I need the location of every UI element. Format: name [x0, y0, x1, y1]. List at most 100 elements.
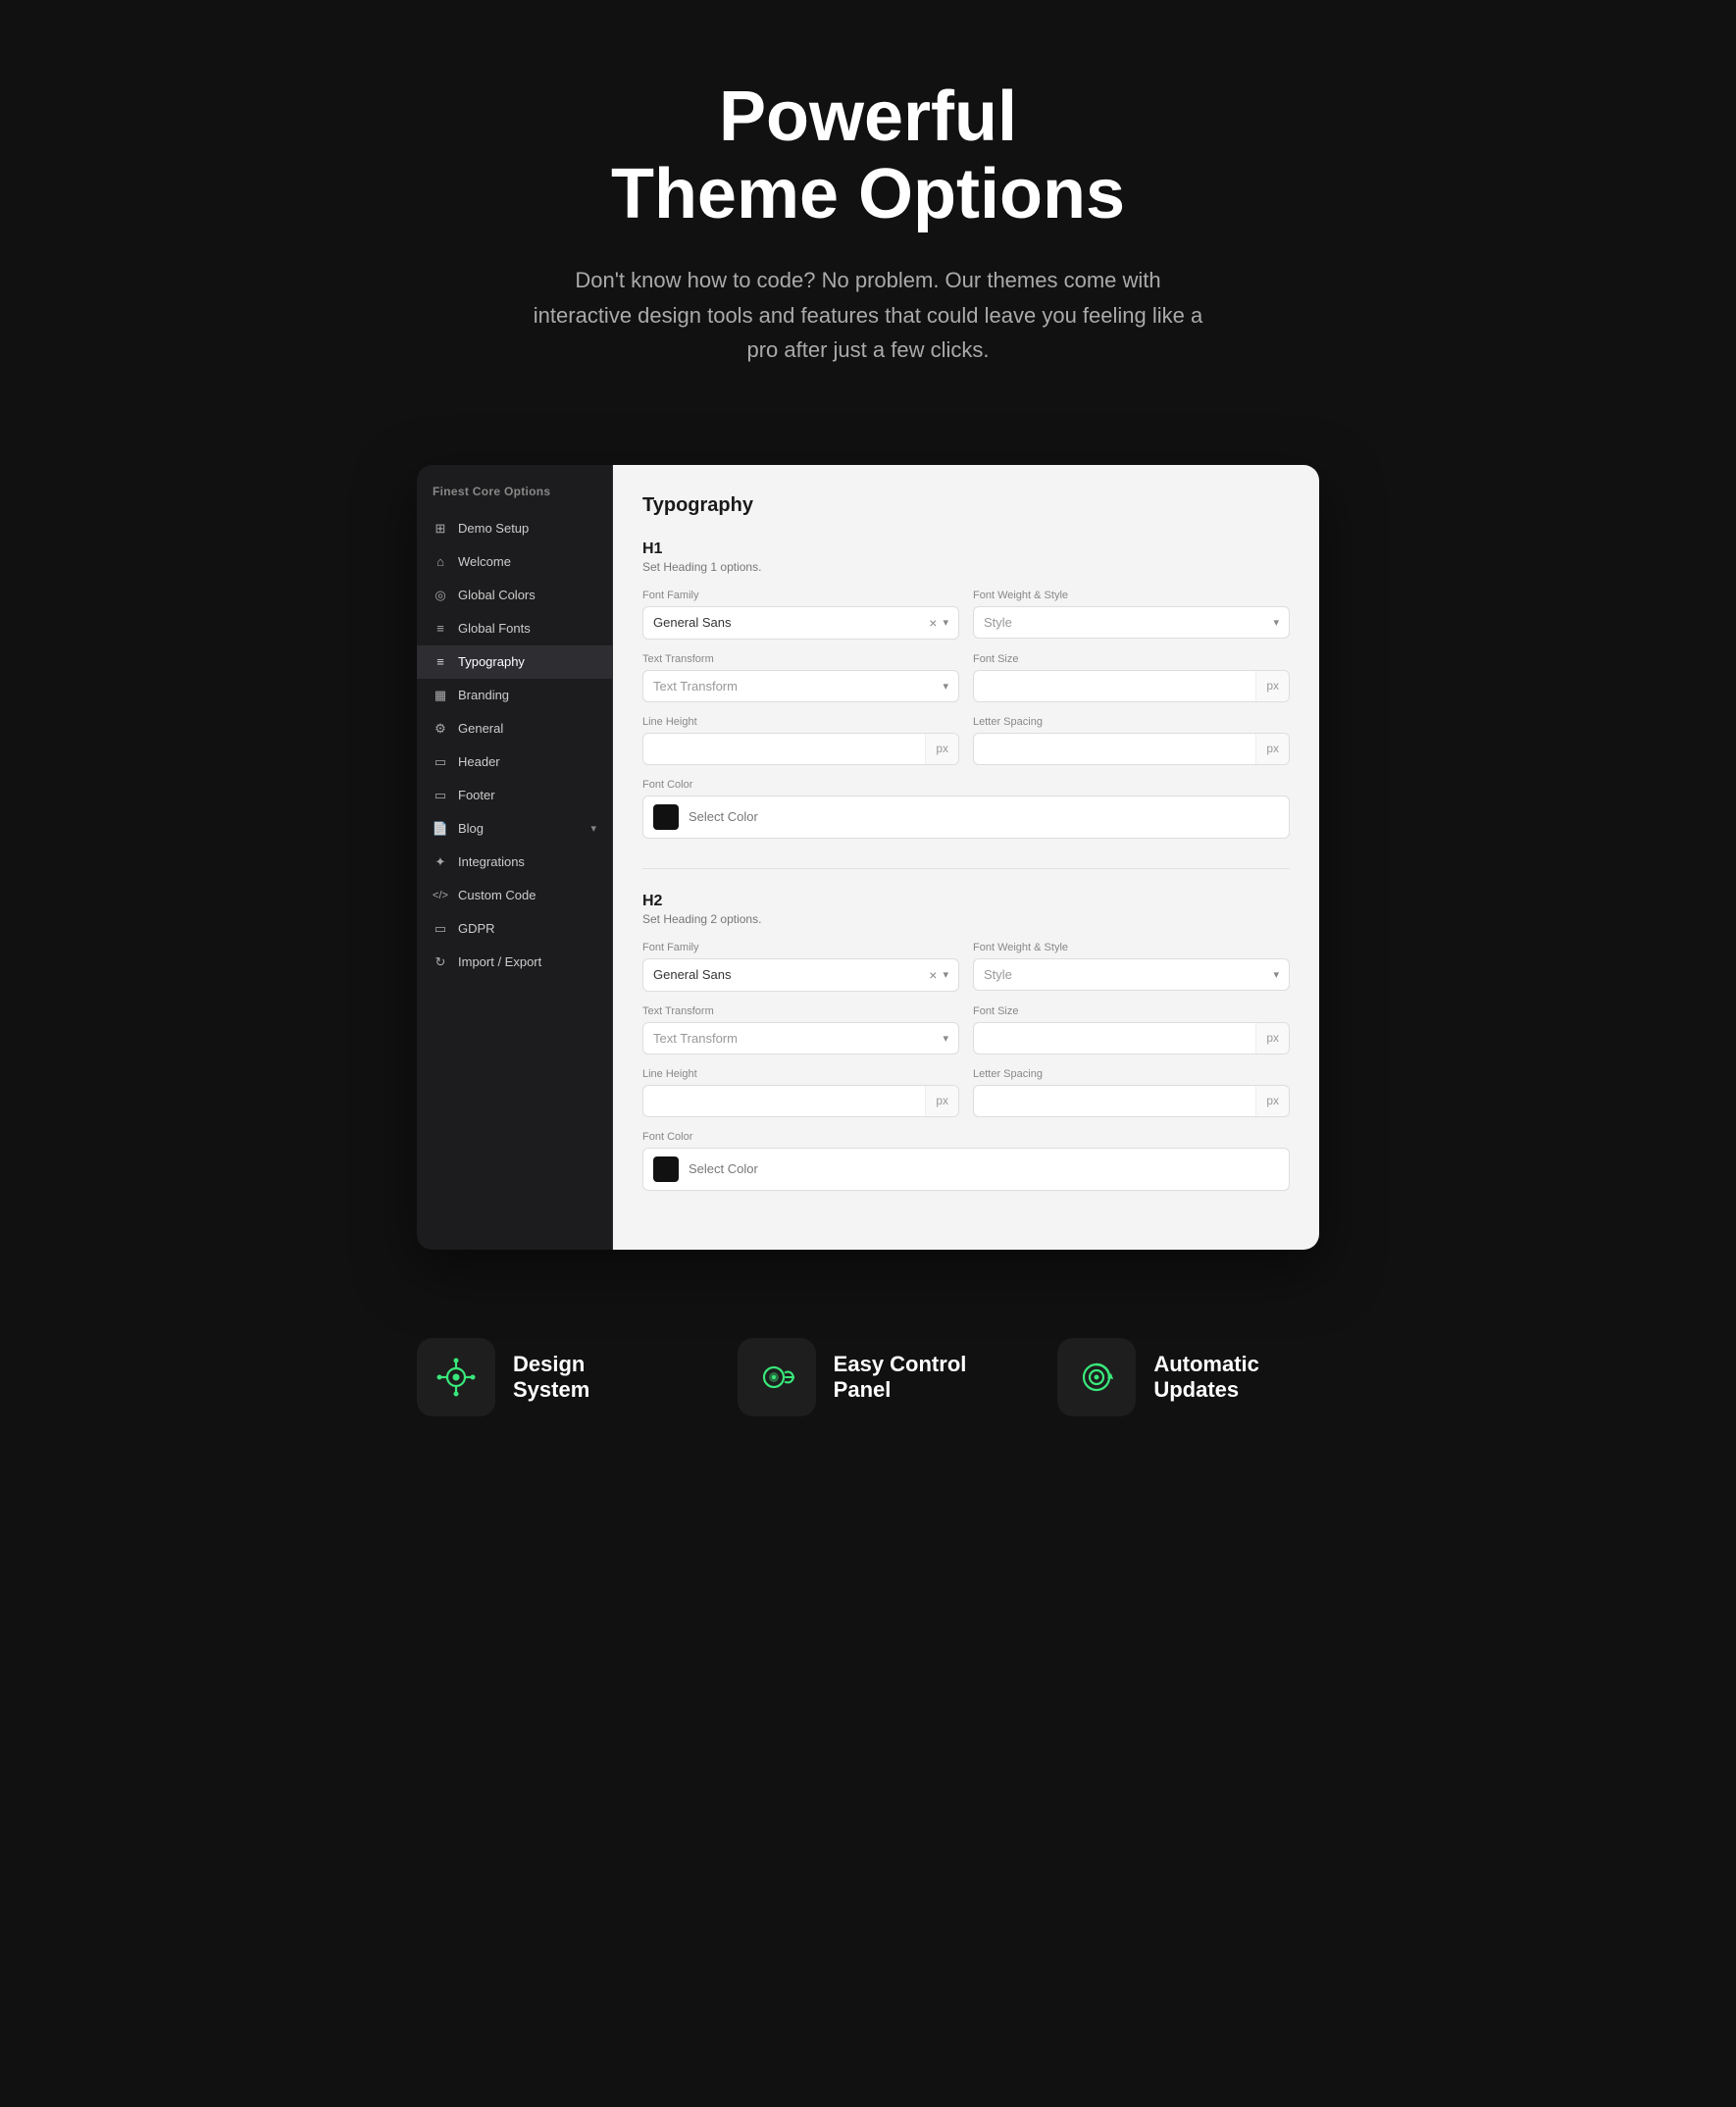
design-system-title: Design System	[513, 1352, 589, 1404]
h1-letter-spacing-field: Letter Spacing -2 px	[973, 716, 1290, 765]
sidebar-label-custom-code: Custom Code	[458, 888, 536, 902]
h1-font-color-label: Font Color	[642, 779, 1290, 791]
hero-title: Powerful Theme Options	[436, 78, 1300, 233]
h2-text-transform-value: Text Transform	[653, 1031, 943, 1046]
h1-font-weight-value: Style	[984, 615, 1273, 630]
h2-font-weight-arrow-icon: ▾	[1273, 968, 1279, 981]
sidebar-label-general: General	[458, 721, 503, 736]
header-icon: ▭	[433, 754, 448, 770]
h2-font-weight-field: Font Weight & Style Style ▾	[973, 942, 1290, 992]
h2-text-transform-field: Text Transform Text Transform ▾	[642, 1005, 959, 1054]
h2-color-placeholder: Select Color	[689, 1161, 758, 1176]
h1-letter-spacing-label: Letter Spacing	[973, 716, 1290, 728]
h2-color-field[interactable]: Select Color	[642, 1148, 1290, 1191]
h2-font-size-label: Font Size	[973, 1005, 1290, 1017]
h2-transform-size-row: Text Transform Text Transform ▾ Font Siz…	[642, 1005, 1290, 1054]
h2-font-family-arrow-icon: ▾	[943, 968, 948, 981]
h2-line-height-label: Line Height	[642, 1068, 959, 1080]
sidebar-item-global-colors[interactable]: ◎ Global Colors	[417, 579, 612, 612]
h1-font-size-unit: px	[1255, 671, 1289, 701]
auto-updates-text: Automatic Updates	[1153, 1352, 1259, 1404]
h2-font-weight-control[interactable]: Style ▾	[973, 958, 1290, 991]
sidebar-label-global-colors: Global Colors	[458, 588, 536, 602]
footer-icon: ▭	[433, 788, 448, 803]
sidebar-item-typography[interactable]: ≡ Typography	[417, 645, 612, 679]
gdpr-icon: ▭	[433, 921, 448, 937]
auto-updates-title: Automatic Updates	[1153, 1352, 1259, 1404]
h2-line-height-input[interactable]: 80 px	[642, 1085, 959, 1117]
h2-color-swatch	[653, 1156, 679, 1182]
h1-text-transform-control[interactable]: Text Transform ▾	[642, 670, 959, 702]
h2-font-family-control[interactable]: General Sans × ▾	[642, 958, 959, 992]
sidebar-item-custom-code[interactable]: </> Custom Code	[417, 879, 612, 912]
sidebar-item-branding[interactable]: ▦ Branding	[417, 679, 612, 712]
h2-letter-spacing-value[interactable]: -2	[974, 1086, 1255, 1116]
sidebar-item-welcome[interactable]: ⌂ Welcome	[417, 545, 612, 579]
design-system-text: Design System	[513, 1352, 589, 1404]
h1-font-family-clear-icon[interactable]: ×	[929, 615, 937, 631]
h2-subtext: Set Heading 2 options.	[642, 912, 1290, 926]
h2-font-size-input[interactable]: 80 px	[973, 1022, 1290, 1054]
h1-color-field[interactable]: Select Color	[642, 796, 1290, 839]
hero-section: Powerful Theme Options Don't know how to…	[378, 0, 1358, 426]
h1-text-transform-label: Text Transform	[642, 653, 959, 665]
h2-font-size-value[interactable]: 80	[974, 1023, 1255, 1054]
sidebar-item-gdpr[interactable]: ▭ GDPR	[417, 912, 612, 946]
h1-line-letter-row: Line Height 100 px Letter Spacing -2 px	[642, 716, 1290, 765]
demo-setup-icon: ⊞	[433, 521, 448, 537]
h2-font-family-label: Font Family	[642, 942, 959, 953]
h1-font-weight-label: Font Weight & Style	[973, 590, 1290, 601]
h2-line-height-value[interactable]: 80	[643, 1086, 925, 1116]
h1-text-transform-field: Text Transform Text Transform ▾	[642, 653, 959, 702]
sidebar-label-gdpr: GDPR	[458, 921, 495, 936]
feature-easy-control: Easy Control Panel	[738, 1338, 999, 1416]
easy-control-title: Easy Control Panel	[834, 1352, 967, 1404]
easy-control-icon-box	[738, 1338, 816, 1416]
sidebar-item-global-fonts[interactable]: ≡ Global Fonts	[417, 612, 612, 645]
h2-text-transform-control[interactable]: Text Transform ▾	[642, 1022, 959, 1054]
easy-control-icon	[756, 1357, 797, 1398]
sidebar-item-header[interactable]: ▭ Header	[417, 745, 612, 779]
sidebar-item-blog[interactable]: 📄 Blog ▾	[417, 812, 612, 846]
sidebar-item-import-export[interactable]: ↻ Import / Export	[417, 946, 612, 979]
h2-letter-spacing-input[interactable]: -2 px	[973, 1085, 1290, 1117]
h1-font-family-label: Font Family	[642, 590, 959, 601]
h1-letter-spacing-value[interactable]: -2	[974, 734, 1255, 764]
h2-text-transform-arrow-icon: ▾	[943, 1032, 948, 1045]
h1-color-swatch	[653, 804, 679, 830]
h1-line-height-input[interactable]: 100 px	[642, 733, 959, 765]
h2-line-letter-row: Line Height 80 px Letter Spacing -2 px	[642, 1068, 1290, 1117]
section-divider	[642, 868, 1290, 869]
h1-font-weight-arrow-icon: ▾	[1273, 616, 1279, 629]
sidebar-item-demo-setup[interactable]: ⊞ Demo Setup	[417, 512, 612, 545]
h2-font-family-clear-icon[interactable]: ×	[929, 967, 937, 983]
h1-text-transform-value: Text Transform	[653, 679, 943, 694]
h2-font-color-label: Font Color	[642, 1131, 1290, 1143]
h1-font-family-arrow-icon: ▾	[943, 616, 948, 629]
main-panel: Typography H1 Set Heading 1 options. Fon…	[613, 465, 1319, 1250]
h1-letter-spacing-input[interactable]: -2 px	[973, 733, 1290, 765]
h1-font-size-value[interactable]: 110	[974, 671, 1255, 701]
h1-heading: H1	[642, 540, 1290, 558]
panel-title: Typography	[642, 494, 1290, 517]
sidebar-title: Finest Core Options	[417, 485, 612, 512]
h1-color-placeholder: Select Color	[689, 809, 758, 824]
sidebar: Finest Core Options ⊞ Demo Setup ⌂ Welco…	[417, 465, 613, 1250]
h1-text-transform-arrow-icon: ▾	[943, 680, 948, 693]
h1-font-family-field: Font Family General Sans × ▾	[642, 590, 959, 640]
typography-icon: ≡	[433, 654, 448, 670]
h2-font-weight-label: Font Weight & Style	[973, 942, 1290, 953]
h2-text-transform-label: Text Transform	[642, 1005, 959, 1017]
sidebar-item-integrations[interactable]: ✦ Integrations	[417, 846, 612, 879]
sidebar-item-general[interactable]: ⚙ General	[417, 712, 612, 745]
h1-font-size-input[interactable]: 110 px	[973, 670, 1290, 702]
sidebar-label-typography: Typography	[458, 654, 525, 669]
sidebar-item-footer[interactable]: ▭ Footer	[417, 779, 612, 812]
h1-line-height-value[interactable]: 100	[643, 734, 925, 764]
design-system-icon-box	[417, 1338, 495, 1416]
h1-font-weight-control[interactable]: Style ▾	[973, 606, 1290, 639]
h2-font-size-unit: px	[1255, 1023, 1289, 1054]
h1-font-family-control[interactable]: General Sans × ▾	[642, 606, 959, 640]
custom-code-icon: </>	[433, 888, 448, 903]
sidebar-label-global-fonts: Global Fonts	[458, 621, 531, 636]
